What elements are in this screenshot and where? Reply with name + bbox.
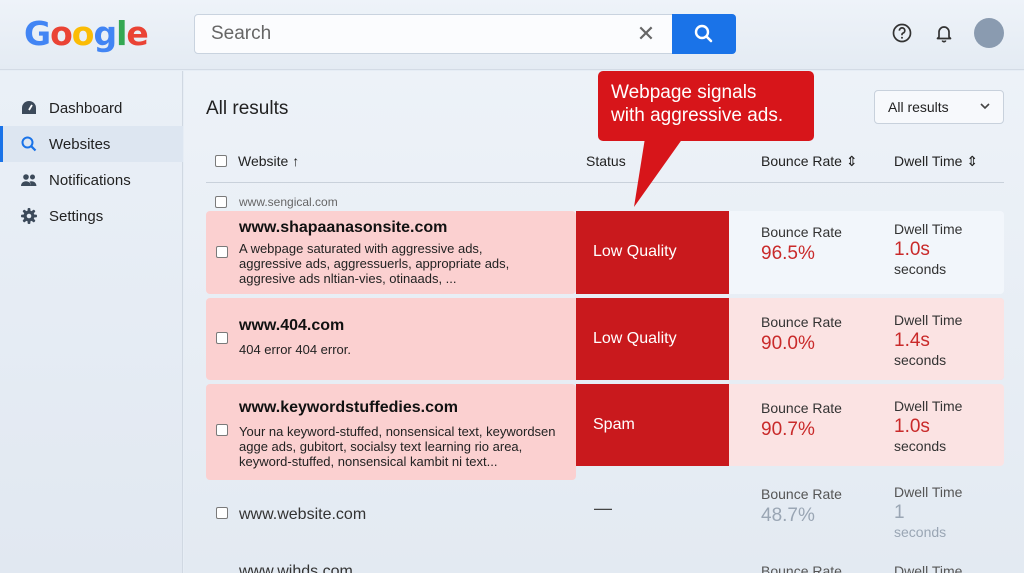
row-url[interactable]: www.shapaanasonsite.com — [239, 219, 447, 237]
bounce-rate-cell: Bounce Rate 90.7% — [761, 400, 842, 441]
avatar[interactable] — [974, 18, 1004, 48]
search-icon — [694, 24, 713, 43]
metric-label: Dwell Time — [894, 484, 963, 500]
logo-letter: g — [93, 14, 117, 53]
dwell-time-cell: Dwell Time 1 seconds — [894, 484, 962, 540]
metric-label: Bounce Rate — [761, 314, 842, 330]
table-row[interactable]: www.shapaanasonsite.com A webpage satura… — [206, 211, 1004, 294]
metric-label: Bounce Rate — [761, 224, 842, 240]
help-icon[interactable] — [891, 22, 913, 44]
row-url[interactable]: www.404.com — [239, 317, 344, 335]
column-header-website[interactable]: Website ↑ — [238, 153, 299, 169]
search-icon — [21, 136, 37, 152]
search-button[interactable] — [672, 14, 736, 54]
bounce-rate-cell: Bounce Rate 48.7% — [761, 486, 842, 527]
metric-label: Bounce Rate — [761, 563, 842, 573]
bounce-rate-cell: Bounce Rate 90.0% — [761, 314, 842, 355]
row-url[interactable]: www.website.com — [239, 506, 366, 524]
status-badge: Spam — [576, 384, 729, 466]
dwell-time-cell: Dwell Time 1.0s seconds — [894, 398, 962, 454]
metric-label: Dwell Time — [894, 398, 963, 414]
row-url[interactable]: www.keywordstuffedies.com — [239, 399, 458, 417]
row-description: Your na keyword-stuffed, nonsensical tex… — [239, 424, 556, 469]
column-header-dwell-time[interactable]: Dwell Time ⇕ — [894, 153, 978, 170]
bounce-rate-value: 48.7% — [761, 505, 815, 526]
sidebar-item-label: Settings — [49, 207, 104, 225]
sidebar-item-label: Notifications — [49, 171, 131, 189]
dwell-time-unit: seconds — [894, 261, 947, 277]
table-row[interactable]: www.wihds.com Bounce Rate Dwell Time — [206, 561, 1004, 573]
sub-url: www.sengical.com — [239, 195, 338, 209]
results-filter-dropdown[interactable]: All results — [874, 90, 1004, 124]
metric-label: Bounce Rate — [761, 486, 842, 502]
logo-letter: o — [71, 14, 95, 53]
status-badge: Low Quality — [576, 298, 729, 380]
annotation-callout: Webpage signals with aggressive ads. — [598, 71, 814, 141]
top-header: Google ✕ — [0, 0, 1024, 70]
search-input[interactable] — [195, 15, 625, 53]
dwell-time-unit: seconds — [894, 438, 947, 454]
table-row[interactable]: www.website.com — Bounce Rate 48.7% Dwel… — [206, 483, 1004, 563]
sidebar-item-notifications[interactable]: Notifications — [0, 162, 183, 198]
metric-label: Dwell Time — [894, 563, 963, 573]
bounce-rate-value: 90.7% — [761, 419, 815, 440]
sidebar-item-dashboard[interactable]: Dashboard — [0, 90, 183, 126]
row-checkbox[interactable] — [215, 196, 227, 208]
chevron-down-icon — [980, 103, 990, 110]
column-header-bounce-rate[interactable]: Bounce Rate ⇕ — [761, 153, 858, 170]
row-checkbox[interactable] — [216, 332, 228, 344]
metric-label: Bounce Rate — [761, 400, 842, 416]
metric-label: Dwell Time — [894, 221, 963, 237]
select-all-checkbox[interactable] — [215, 155, 227, 167]
table-row[interactable]: www.keywordstuffedies.com Your na keywor… — [206, 384, 1004, 480]
row-description: A webpage saturated with aggressive ads,… — [239, 241, 510, 286]
dwell-time-cell: Dwell Time 1.0s seconds — [894, 221, 962, 277]
status-dash: — — [594, 498, 612, 518]
results-panel: All results All results Website ↑ Status… — [184, 71, 1024, 573]
row-description: 404 error 404 error. — [239, 342, 352, 357]
logo-letter: e — [126, 14, 148, 53]
header-divider — [206, 182, 1004, 183]
search-bar: ✕ — [194, 14, 736, 54]
dwell-time-value: 1.4s — [894, 330, 930, 351]
sidebar-item-label: Dashboard — [49, 99, 123, 117]
logo-letter: l — [116, 14, 127, 53]
sidebar-item-websites[interactable]: Websites — [0, 126, 183, 162]
sidebar-item-settings[interactable]: Settings — [0, 198, 183, 234]
logo-letter: G — [24, 14, 51, 53]
dwell-time-unit: seconds — [894, 524, 947, 540]
bounce-rate-value: 96.5% — [761, 243, 815, 264]
sidebar: Dashboard Websites Notifications Setting… — [0, 71, 183, 573]
page-title: All results — [206, 98, 289, 119]
filter-selected-value: All results — [888, 99, 949, 115]
metric-label: Dwell Time — [894, 312, 963, 328]
people-icon — [21, 174, 37, 186]
logo-letter: o — [50, 14, 73, 53]
row-checkbox[interactable] — [216, 507, 228, 519]
google-logo[interactable]: Google — [24, 14, 149, 53]
gear-icon — [21, 208, 37, 224]
dwell-time-value: 1.0s — [894, 416, 930, 437]
dwell-time-unit: seconds — [894, 352, 947, 368]
bounce-rate-value: 90.0% — [761, 333, 815, 354]
column-header-status[interactable]: Status — [586, 153, 626, 169]
dwell-time-value: 1.0s — [894, 239, 930, 260]
bell-icon[interactable] — [933, 22, 955, 44]
clear-search-button[interactable]: ✕ — [631, 19, 661, 49]
row-url[interactable]: www.wihds.com — [239, 563, 353, 573]
row-checkbox[interactable] — [216, 246, 228, 258]
bounce-rate-cell: Bounce Rate 96.5% — [761, 224, 842, 265]
table-row[interactable]: www.404.com 404 error 404 error. Low Qua… — [206, 298, 1004, 380]
dwell-time-cell: Dwell Time 1.4s seconds — [894, 312, 962, 368]
sidebar-item-label: Websites — [49, 135, 111, 153]
dwell-time-value: 1 — [894, 502, 905, 523]
status-badge: Low Quality — [576, 211, 729, 294]
row-checkbox[interactable] — [216, 424, 228, 436]
dashboard-icon — [22, 101, 36, 114]
